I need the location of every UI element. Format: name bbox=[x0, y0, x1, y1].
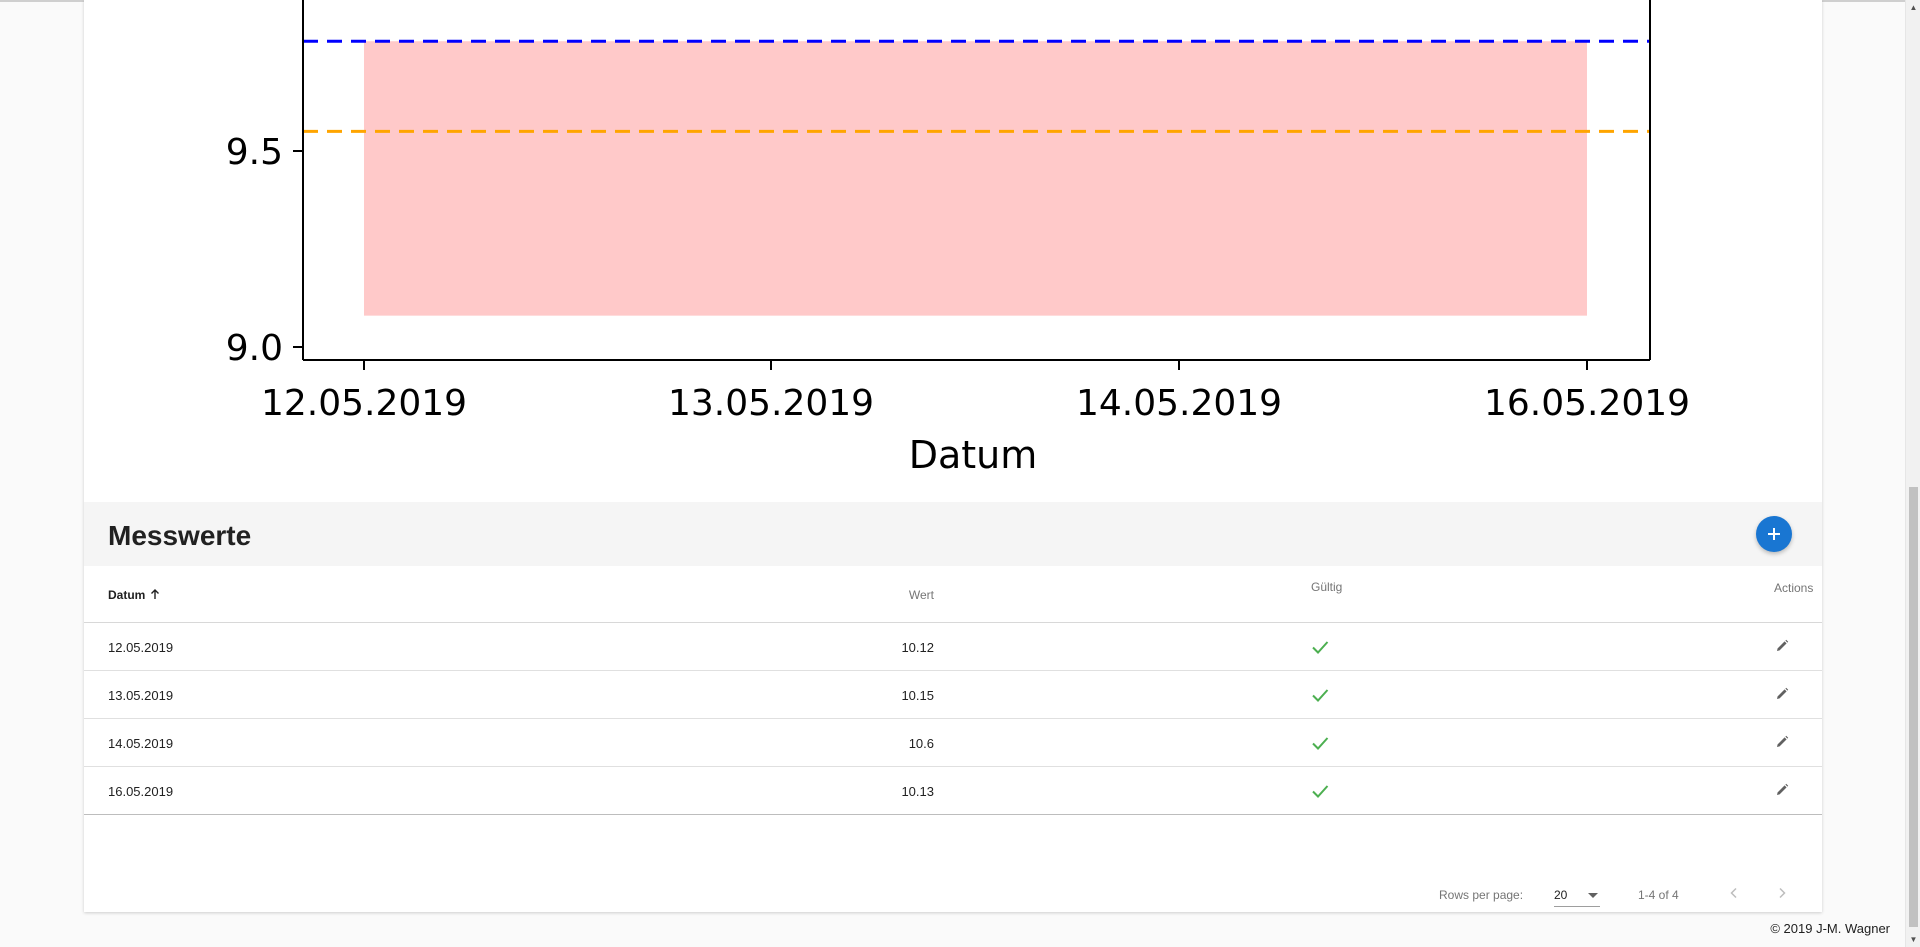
copyright: © 2019 J-M. Wagner bbox=[1770, 921, 1890, 936]
section-header: Messwerte bbox=[84, 502, 1822, 566]
chevron-right-icon bbox=[1779, 887, 1786, 899]
column-header-actions: Actions bbox=[1774, 581, 1814, 595]
edit-button[interactable] bbox=[1774, 782, 1790, 801]
column-header-datum[interactable]: Datum bbox=[108, 588, 161, 602]
caret-down-icon bbox=[1588, 893, 1598, 898]
table-row: 12.05.2019 10.12 bbox=[84, 623, 1822, 671]
column-header-wert[interactable]: Wert bbox=[909, 588, 934, 602]
edit-icon bbox=[1777, 735, 1789, 747]
cell-wert: 10.15 bbox=[901, 688, 934, 703]
content-card: 9.0 9.5 12.05.2019 13.05.2019 14.05.2019 16.0… bbox=[84, 0, 1822, 912]
check-icon bbox=[1310, 781, 1330, 804]
x-tick-label: 14.05.2019 bbox=[1076, 383, 1282, 424]
tolerance-band bbox=[364, 41, 1587, 316]
table-header: Datum Wert Gültig Actions bbox=[84, 566, 1822, 623]
x-tick-label: 12.05.2019 bbox=[261, 383, 467, 424]
edit-icon bbox=[1777, 687, 1789, 699]
chart-area: 9.0 9.5 12.05.2019 13.05.2019 14.05.2019 16.0… bbox=[84, 0, 1822, 502]
previous-page-button[interactable] bbox=[1722, 881, 1746, 905]
edit-button[interactable] bbox=[1774, 734, 1790, 753]
x-axis-label: Datum bbox=[909, 433, 1038, 477]
table-row: 13.05.2019 10.15 bbox=[84, 671, 1822, 719]
chart: 9.0 9.5 12.05.2019 13.05.2019 14.05.2019 16.0… bbox=[226, 0, 1690, 477]
check-icon bbox=[1310, 685, 1330, 708]
column-header-gueltig[interactable]: Gültig bbox=[1311, 580, 1342, 594]
rows-per-page-select[interactable]: 20 bbox=[1554, 881, 1600, 907]
x-tick-label: 16.05.2019 bbox=[1484, 383, 1690, 424]
rows-per-page-label: Rows per page: bbox=[1439, 888, 1524, 902]
scroll-up-icon[interactable]: ▲ bbox=[1906, 0, 1920, 15]
check-icon bbox=[1310, 733, 1330, 756]
add-button[interactable] bbox=[1756, 516, 1792, 552]
y-tick-label: 9.0 bbox=[226, 328, 283, 369]
cell-datum: 14.05.2019 bbox=[108, 736, 174, 751]
page-scrollbar[interactable]: ▲ ▼ bbox=[1905, 0, 1920, 947]
scroll-thumb[interactable] bbox=[1909, 487, 1918, 927]
edit-icon bbox=[1777, 639, 1789, 651]
table-body: 12.05.2019 10.12 13.05.2019 10.15 14.05.2019… bbox=[84, 623, 1822, 815]
y-tick-label: 9.5 bbox=[226, 132, 283, 173]
chevron-left-icon bbox=[1730, 887, 1737, 899]
data-table: Datum Wert Gültig Actions 12.05.2019 10.1… bbox=[84, 566, 1822, 815]
pagination: Rows per page: 20 1-4 of 4 bbox=[84, 865, 1822, 912]
cell-wert: 10.13 bbox=[901, 784, 934, 799]
page-info: 1-4 of 4 bbox=[1638, 888, 1679, 902]
next-page-button[interactable] bbox=[1770, 881, 1794, 905]
arrow-up-icon bbox=[150, 589, 159, 599]
rows-per-page-value: 20 bbox=[1554, 888, 1568, 902]
x-tick-label: 13.05.2019 bbox=[668, 383, 874, 424]
cell-wert: 10.12 bbox=[901, 640, 934, 655]
edit-icon bbox=[1777, 783, 1789, 795]
cell-datum: 16.05.2019 bbox=[108, 784, 174, 799]
plus-icon bbox=[1768, 528, 1780, 540]
table-row: 14.05.2019 10.6 bbox=[84, 719, 1822, 767]
cell-datum: 13.05.2019 bbox=[108, 688, 174, 703]
edit-button[interactable] bbox=[1774, 638, 1790, 657]
cell-datum: 12.05.2019 bbox=[108, 640, 174, 655]
section-title: Messwerte bbox=[108, 520, 252, 551]
column-header-datum-label: Datum bbox=[108, 588, 146, 602]
edit-button[interactable] bbox=[1774, 686, 1790, 705]
table-row: 16.05.2019 10.13 bbox=[84, 767, 1822, 815]
cell-wert: 10.6 bbox=[908, 736, 934, 751]
check-icon bbox=[1310, 637, 1330, 660]
scroll-down-icon[interactable]: ▼ bbox=[1906, 932, 1920, 947]
